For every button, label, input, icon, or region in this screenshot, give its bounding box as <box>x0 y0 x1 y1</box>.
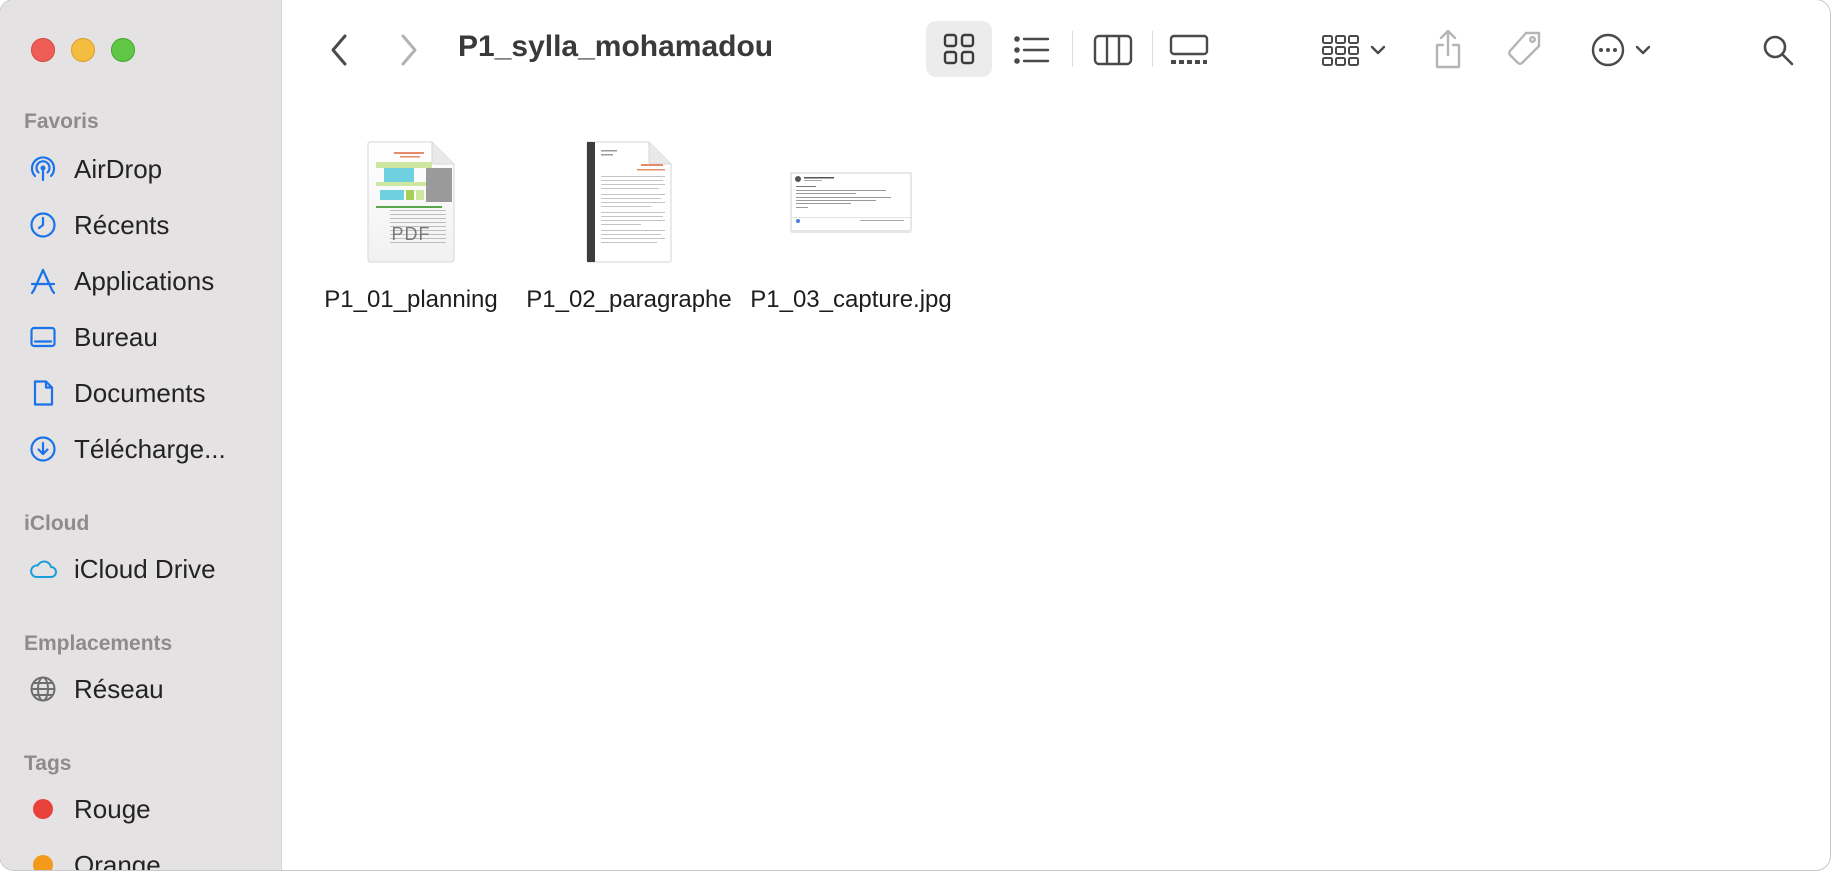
image-thumbnail-icon <box>790 172 912 233</box>
text-document-icon <box>586 141 672 263</box>
document-icon <box>28 378 58 408</box>
close-button[interactable] <box>31 38 55 62</box>
columns-icon <box>1093 34 1133 66</box>
chevron-down-icon <box>1635 45 1651 55</box>
view-gallery-button[interactable] <box>1168 30 1210 70</box>
group-grid-icon <box>1322 35 1359 66</box>
sidebar-item-label: Documents <box>74 377 206 408</box>
view-icons-button-glyph[interactable] <box>926 21 992 77</box>
sidebar-section-favoris: Favoris <box>24 110 99 133</box>
applications-icon <box>28 266 58 296</box>
window-controls <box>31 38 135 62</box>
sidebar-item-reseau[interactable]: Réseau <box>28 669 268 709</box>
file-thumbnail <box>585 130 673 264</box>
share-button[interactable] <box>1430 26 1466 72</box>
file-name: P1_03_capture.jpg <box>750 286 952 313</box>
group-by-button[interactable] <box>1318 30 1390 70</box>
view-columns-button[interactable] <box>1092 30 1134 70</box>
globe-icon <box>28 674 58 704</box>
file-name: P1_02_paragraphe <box>526 286 732 313</box>
minimize-button[interactable] <box>71 38 95 62</box>
sidebar-item-recents[interactable]: Récents <box>28 205 268 245</box>
sidebar-item-airdrop[interactable]: AirDrop <box>28 149 268 189</box>
view-list-button[interactable] <box>1012 30 1052 70</box>
toolbar-divider <box>1152 31 1153 67</box>
sidebar-item-tag-rouge[interactable]: Rouge <box>28 789 268 829</box>
list-icon <box>1014 36 1050 64</box>
sidebar-section-icloud: iCloud <box>24 512 90 535</box>
cloud-icon <box>28 554 58 584</box>
sidebar-item-telechargements[interactable]: Télécharge... <box>28 429 268 469</box>
sidebar-item-label: Bureau <box>74 321 158 352</box>
file-item[interactable]: PDF P1_01_planning <box>306 130 516 316</box>
sidebar-item-label: AirDrop <box>74 153 163 184</box>
file-item[interactable]: P1_03_capture.jpg <box>746 130 956 316</box>
sidebar-item-label: Applications <box>74 265 215 296</box>
forward-button[interactable] <box>394 30 424 70</box>
tag-color-dot <box>33 799 53 819</box>
share-icon <box>1435 29 1461 69</box>
tags-button[interactable] <box>1504 28 1544 70</box>
sidebar-item-label: Orange <box>74 849 161 871</box>
sidebar: Favoris AirDrop Récents Applications Bur… <box>0 0 282 870</box>
finder-window: Favoris AirDrop Récents Applications Bur… <box>0 0 1830 870</box>
tag-icon <box>1508 31 1541 65</box>
clock-icon <box>28 210 58 240</box>
search-icon <box>1763 35 1794 66</box>
chevron-right-icon <box>401 34 417 66</box>
sidebar-item-applications[interactable]: Applications <box>28 261 268 301</box>
search-button[interactable] <box>1760 30 1796 70</box>
sidebar-item-label: Rouge <box>74 793 151 824</box>
sidebar-item-label: Réseau <box>74 673 164 704</box>
ellipsis-circle-icon <box>1591 33 1625 67</box>
file-item[interactable]: P1_02_paragraphe <box>524 130 734 316</box>
file-type-label: PDF <box>391 224 431 244</box>
file-thumbnail <box>790 130 912 264</box>
sidebar-item-tag-orange[interactable]: Orange <box>28 845 268 870</box>
sidebar-item-label: Télécharge... <box>74 433 226 464</box>
sidebar-item-bureau[interactable]: Bureau <box>28 317 268 357</box>
sidebar-item-icloud-drive[interactable]: iCloud Drive <box>28 549 268 589</box>
sidebar-item-label: iCloud Drive <box>74 553 216 584</box>
file-name: P1_01_planning <box>324 286 498 313</box>
airdrop-icon <box>28 154 58 184</box>
sidebar-item-label: Récents <box>74 209 170 240</box>
tag-color-dot <box>33 855 53 870</box>
back-button[interactable] <box>324 30 354 70</box>
window-title: P1_sylla_mohamadou <box>458 30 774 63</box>
zoom-button[interactable] <box>111 38 135 62</box>
sidebar-section-tags: Tags <box>24 752 72 775</box>
sidebar-item-documents[interactable]: Documents <box>28 373 268 413</box>
chevron-down-icon <box>1370 45 1386 55</box>
download-icon <box>28 434 58 464</box>
pdf-document-icon <box>367 141 455 263</box>
toolbar-divider <box>1072 31 1073 67</box>
more-actions-button[interactable] <box>1586 30 1656 70</box>
chevron-left-icon <box>331 34 347 66</box>
desktop-icon <box>28 322 58 352</box>
gallery-icon <box>1169 34 1209 64</box>
sidebar-section-emplacements: Emplacements <box>24 632 173 655</box>
grid-icon <box>943 33 975 65</box>
